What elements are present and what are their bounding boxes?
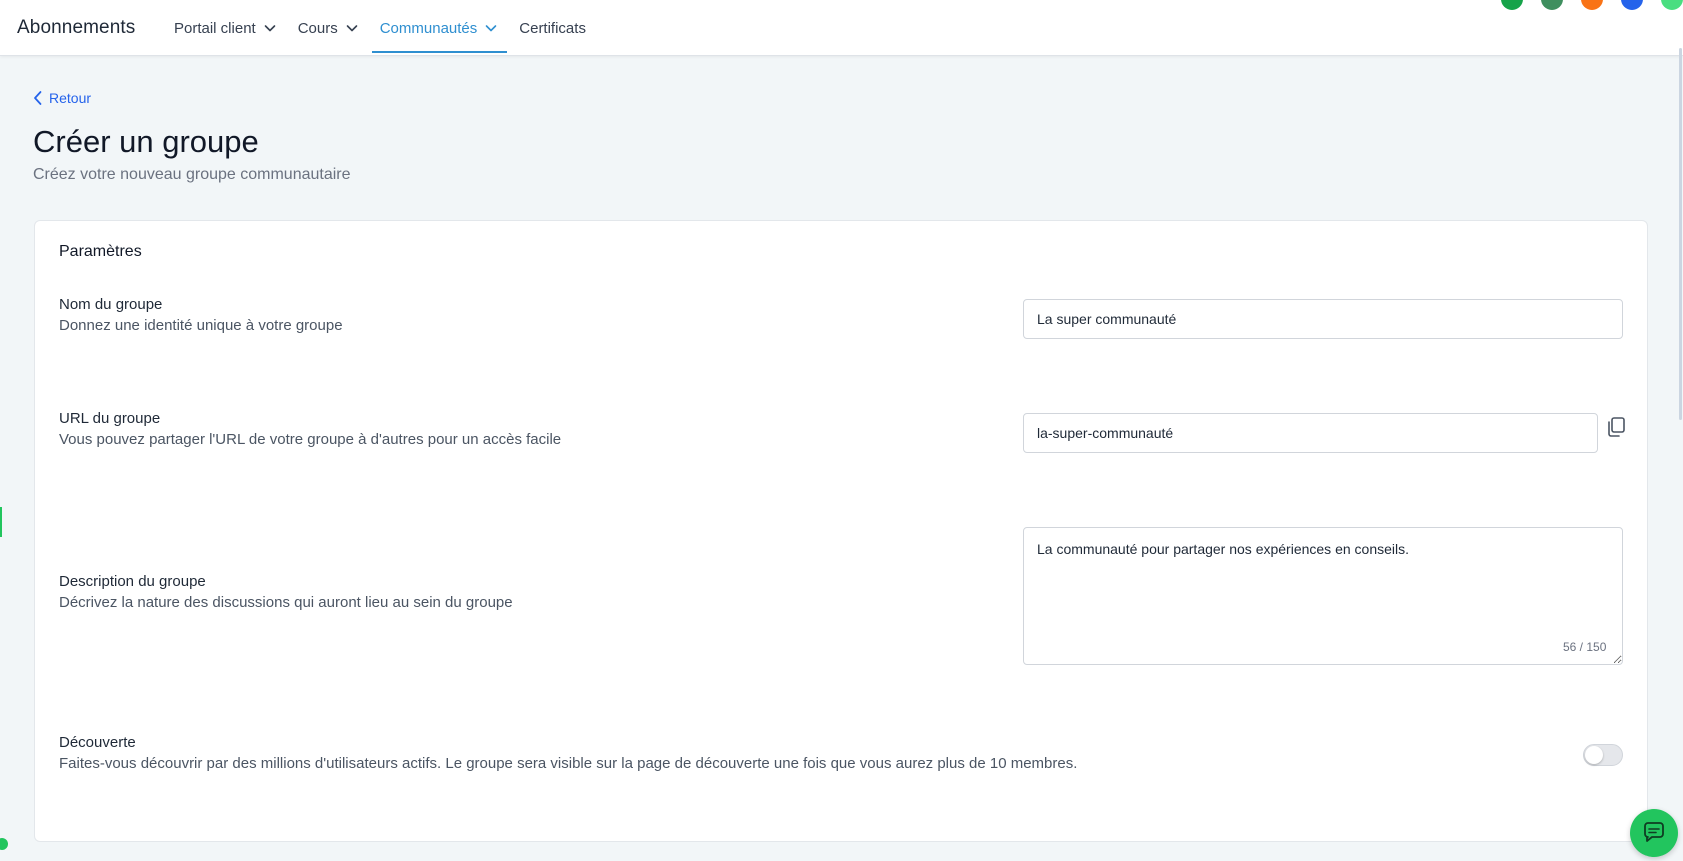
top-navigation-bar: Abonnements Portail client Cours Communa… bbox=[0, 0, 1683, 56]
page-subtitle: Créez votre nouveau groupe communautaire bbox=[33, 166, 351, 183]
discovery-help: Faites-vous découvrir par des millions d… bbox=[59, 755, 1078, 772]
copy-icon[interactable] bbox=[1604, 415, 1628, 439]
avatar[interactable] bbox=[1661, 0, 1683, 10]
page-title: Créer un groupe bbox=[33, 124, 259, 159]
nav-item-label: Cours bbox=[297, 19, 338, 37]
nav-item-label: Communautés bbox=[379, 19, 478, 37]
discovery-label: Découverte bbox=[59, 734, 136, 751]
nav-item-label: Portail client bbox=[174, 19, 256, 37]
group-description-textarea[interactable]: La communauté pour partager nos expérien… bbox=[1023, 527, 1623, 665]
chevron-left-icon bbox=[34, 91, 42, 105]
group-url-help: Vous pouvez partager l'URL de votre grou… bbox=[59, 431, 562, 448]
nav-item-label: Certificats bbox=[519, 19, 586, 37]
chevron-down-icon bbox=[485, 25, 497, 32]
avatar[interactable] bbox=[1621, 0, 1643, 10]
group-description-label: Description du groupe bbox=[59, 573, 206, 590]
group-description-help: Décrivez la nature des discussions qui a… bbox=[59, 594, 513, 611]
avatar-group bbox=[1483, 0, 1683, 10]
group-name-help: Donnez une identité unique à votre group… bbox=[59, 317, 343, 334]
toggle-knob bbox=[1585, 746, 1603, 764]
group-url-label: URL du groupe bbox=[59, 410, 161, 427]
app-brand[interactable]: Abonnements bbox=[17, 17, 135, 39]
nav-item-cours[interactable]: Cours bbox=[290, 0, 368, 56]
back-link-label: Retour bbox=[49, 90, 92, 106]
chevron-down-icon bbox=[264, 25, 276, 32]
nav-item-communautes[interactable]: Communautés bbox=[371, 0, 508, 56]
avatar[interactable] bbox=[1541, 0, 1563, 10]
left-edge-marker bbox=[0, 507, 2, 537]
discovery-toggle[interactable] bbox=[1583, 744, 1623, 766]
group-name-input[interactable] bbox=[1023, 299, 1623, 339]
card-title: Paramètres bbox=[59, 243, 142, 260]
left-edge-dot bbox=[0, 838, 8, 850]
chat-icon bbox=[1644, 822, 1664, 842]
group-url-input[interactable] bbox=[1023, 413, 1598, 453]
page-scrollbar[interactable] bbox=[1679, 48, 1682, 420]
chat-button[interactable] bbox=[1630, 809, 1678, 857]
settings-card: Paramètres Nom du groupe Donnez une iden… bbox=[34, 220, 1648, 842]
nav-item-certificats[interactable]: Certificats bbox=[511, 0, 594, 56]
main-nav: Portail client Cours Communautés Certifi… bbox=[166, 0, 598, 56]
avatar[interactable] bbox=[1501, 0, 1523, 10]
back-link[interactable]: Retour bbox=[33, 90, 91, 106]
group-name-label: Nom du groupe bbox=[59, 296, 163, 313]
character-counter: 56 / 150 bbox=[1563, 640, 1607, 654]
avatar[interactable] bbox=[1581, 0, 1603, 10]
nav-item-portail-client[interactable]: Portail client bbox=[166, 0, 286, 56]
chevron-down-icon bbox=[346, 25, 358, 32]
